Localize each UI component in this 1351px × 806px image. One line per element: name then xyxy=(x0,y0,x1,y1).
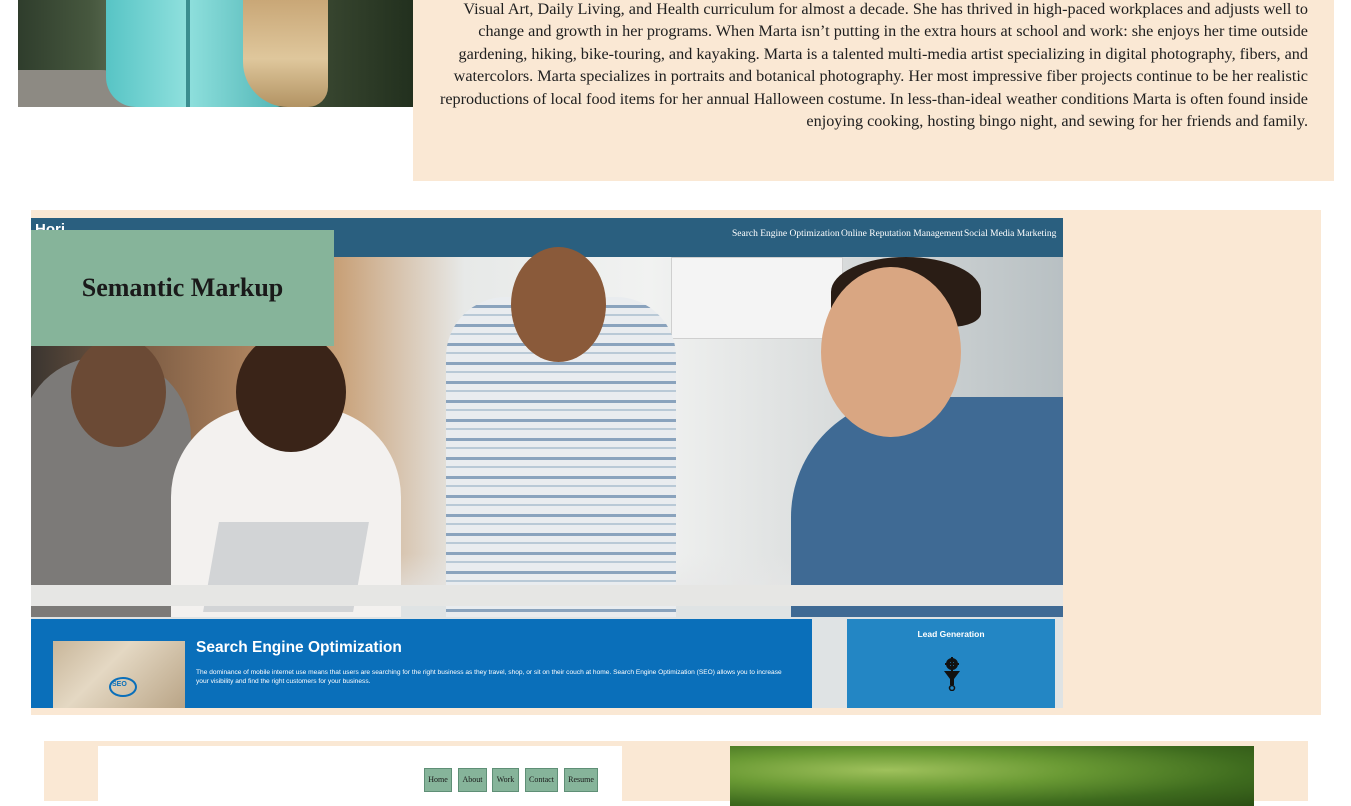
screenshot-seo-panel: SEO Search Engine Optimization The domin… xyxy=(31,619,812,708)
about-bio-text: Visual Art, Daily Living, and Health cur… xyxy=(439,0,1308,131)
mini-nav-work: Work xyxy=(492,768,519,792)
mini-nav-contact: Contact xyxy=(525,768,558,792)
seo-badge: SEO xyxy=(112,681,127,688)
mini-nav-about: About xyxy=(458,768,487,792)
screenshot-nav-social: Social Media Marketing xyxy=(964,229,1057,239)
about-bio-box: Visual Art, Daily Living, and Health cur… xyxy=(413,0,1334,181)
project-title: Semantic Markup xyxy=(81,273,284,302)
seo-thumbnail-image: SEO xyxy=(53,641,185,708)
mini-nav-resume: Resume xyxy=(564,768,598,792)
plant-project-image[interactable] xyxy=(730,746,1254,806)
seo-panel-title: Search Engine Optimization xyxy=(196,639,402,656)
funnel-gear-icon xyxy=(944,657,960,691)
screenshot-nav-seo: Search Engine Optimization xyxy=(732,229,840,239)
portfolio-screenshot-link[interactable]: Home About Work Contact Resume xyxy=(98,746,622,806)
project-title-label: Semantic Markup xyxy=(31,230,334,346)
screenshot-lead-panel: Lead Generation xyxy=(847,619,1055,708)
lead-panel-title: Lead Generation xyxy=(917,629,985,639)
seo-panel-text: The dominance of mobile internet use mea… xyxy=(196,669,782,685)
screenshot-nav-reputation: Online Reputation Management xyxy=(841,229,963,239)
mini-nav-home: Home xyxy=(424,768,452,792)
profile-photo xyxy=(18,0,413,107)
